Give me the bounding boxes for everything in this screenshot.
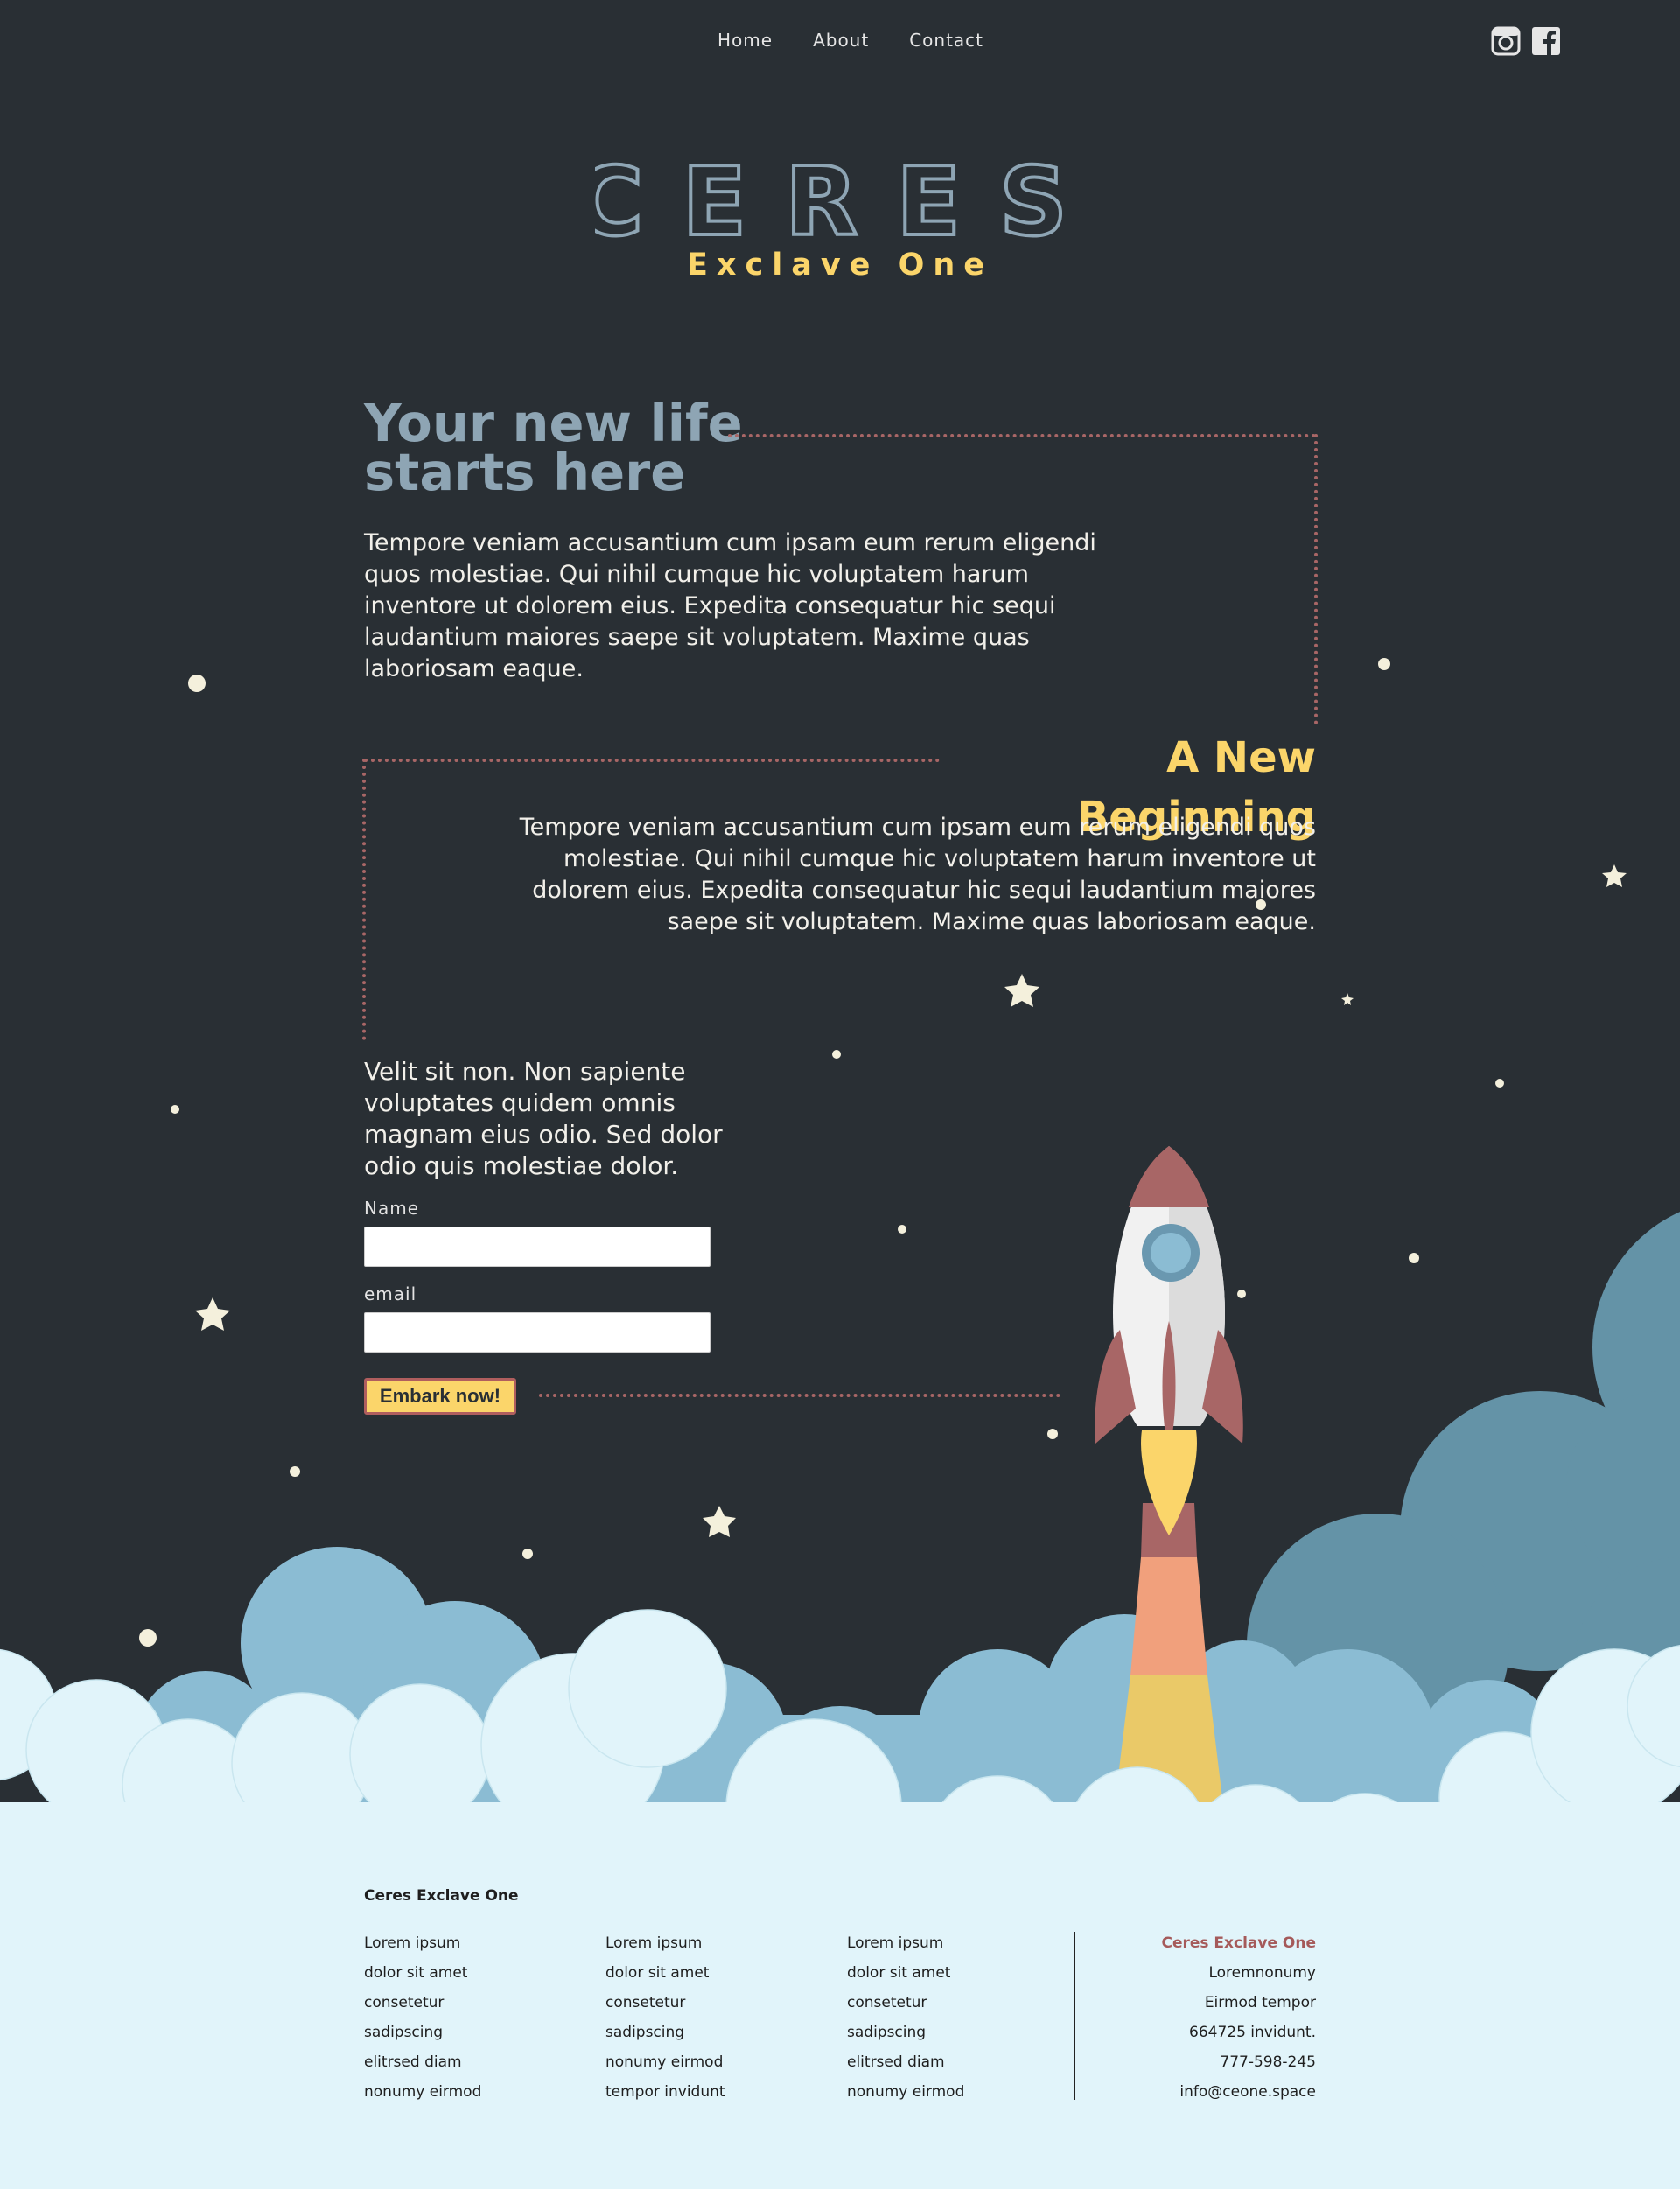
dotted-divider	[1314, 434, 1318, 724]
footer-link[interactable]: dolor sit amet	[606, 1958, 725, 1988]
contact-email[interactable]: info@ceone.space	[1120, 2077, 1316, 2107]
nav-about-link[interactable]: About	[813, 30, 869, 51]
intro-text: Tempore veniam accusantium cum ipsam eum…	[364, 529, 1096, 682]
nav-contact-link[interactable]: Contact	[909, 30, 984, 51]
contact-line: Eirmod tempor	[1204, 1994, 1316, 2011]
logo-title: CERES	[595, 154, 1085, 250]
social-links	[1491, 26, 1561, 56]
star-icon	[703, 1506, 736, 1537]
facebook-icon[interactable]	[1531, 26, 1561, 56]
dotted-divider	[539, 1394, 1060, 1397]
star-icon	[195, 1297, 230, 1331]
footer-link[interactable]: Lorem ipsum	[606, 1928, 725, 1958]
star-icon	[1341, 993, 1354, 1005]
email-label: email	[364, 1283, 417, 1304]
footer-link[interactable]: Lorem ipsum	[847, 1928, 964, 1958]
footer-link[interactable]: consetetur	[606, 1988, 725, 2018]
footer-column: Lorem ipsum dolor sit amet consetetur sa…	[847, 1928, 964, 2107]
footer-contact: Ceres Exclave One Loremnonumy Eirmod tem…	[1120, 1928, 1316, 2107]
nav-home-link[interactable]: Home	[718, 30, 773, 51]
rocket-icon	[1095, 1146, 1243, 1535]
footer-link[interactable]: dolor sit amet	[847, 1958, 964, 1988]
intro-heading: Your new life starts here	[364, 393, 743, 502]
contact-line: 664725 invidunt.	[1189, 2024, 1316, 2041]
footer-link[interactable]: tempor invidunt	[606, 2077, 725, 2107]
footer-link[interactable]: Lorem ipsum	[364, 1928, 481, 1958]
email-input[interactable]	[364, 1312, 710, 1353]
footer-title: Ceres Exclave One	[364, 1887, 519, 1905]
footer-column: Lorem ipsum dolor sit amet consetetur sa…	[606, 1928, 725, 2107]
main-nav: Home About Contact	[718, 30, 1024, 51]
name-input[interactable]	[364, 1227, 710, 1267]
ceres-logo: CERES	[595, 154, 1085, 250]
beginning-text: Tempore veniam accusantium cum ipsam eum…	[519, 814, 1316, 935]
contact-company: Ceres Exclave One	[1161, 1934, 1316, 1952]
footer-link[interactable]: nonumy eirmod	[606, 2047, 725, 2077]
contact-line: Loremnonumy	[1208, 1964, 1316, 1982]
signup-text: Velit sit non. Non sapiente voluptates q…	[364, 1057, 723, 1180]
footer-column: Lorem ipsum dolor sit amet consetetur sa…	[364, 1928, 481, 2107]
footer-link[interactable]: nonumy eirmod	[847, 2077, 964, 2107]
footer-link[interactable]: nonumy eirmod	[364, 2077, 481, 2107]
footer-link[interactable]: elitrsed diam	[847, 2047, 964, 2077]
footer-link[interactable]: consetetur	[364, 1988, 481, 2018]
name-label: Name	[364, 1198, 420, 1219]
footer-link[interactable]: elitrsed diam	[364, 2047, 481, 2077]
footer-link[interactable]: sadipscing	[606, 2018, 725, 2047]
dotted-divider	[364, 759, 940, 762]
contact-phone[interactable]: 777-598-245	[1120, 2047, 1316, 2077]
footer-link[interactable]: dolor sit amet	[364, 1958, 481, 1988]
embark-button[interactable]: Embark now!	[364, 1378, 516, 1415]
logo-subtitle: Exclave One	[687, 248, 993, 283]
star-icon	[1004, 974, 1040, 1007]
dotted-divider	[362, 759, 366, 1040]
instagram-icon[interactable]	[1491, 26, 1521, 56]
star-icon	[1602, 864, 1627, 887]
footer-link[interactable]: sadipscing	[364, 2018, 481, 2047]
footer-divider	[1074, 1932, 1075, 2100]
footer	[0, 1829, 1680, 2189]
footer-link[interactable]: sadipscing	[847, 2018, 964, 2047]
dotted-divider	[728, 434, 1316, 437]
footer-link[interactable]: consetetur	[847, 1988, 964, 2018]
